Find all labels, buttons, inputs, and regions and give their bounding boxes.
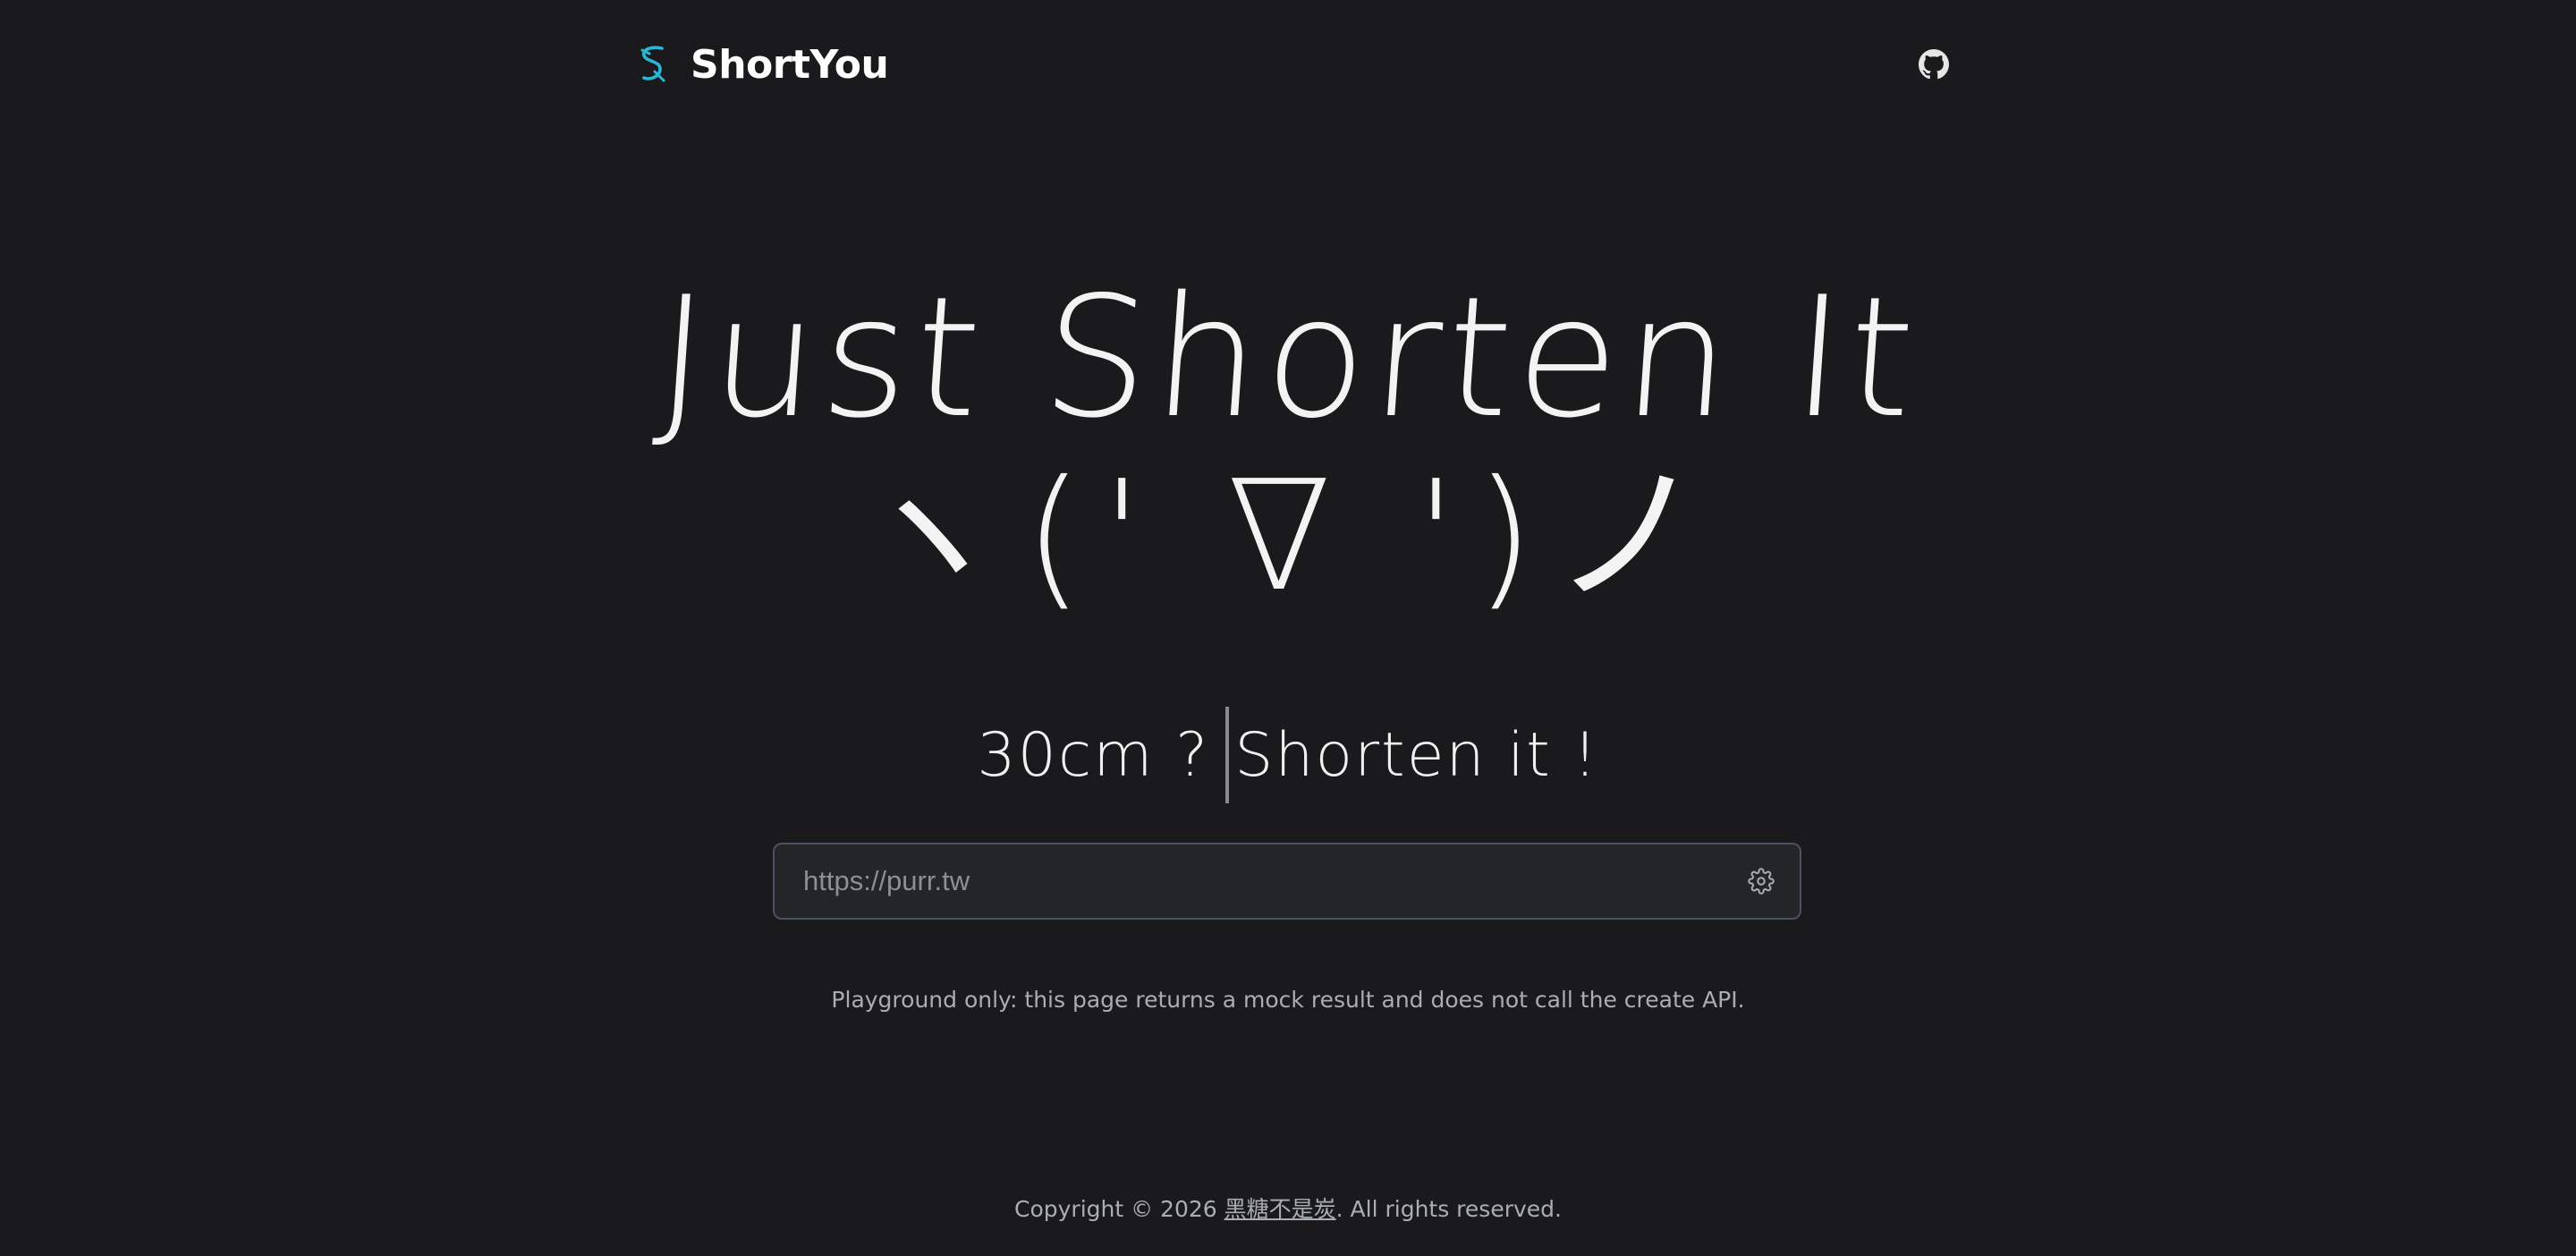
page-footer: Copyright © 2026 黑糖不是炭. All rights reser…: [0, 1192, 2576, 1224]
top-header: ShortYou: [637, 36, 1952, 93]
brand-home-link[interactable]: ShortYou: [637, 41, 889, 88]
brand-name: ShortYou: [691, 41, 889, 88]
footer-copyright-prefix: Copyright © 2026: [1014, 1196, 1224, 1222]
tagline-suffix: Shorten it !: [1234, 719, 1599, 791]
settings-button[interactable]: [1723, 844, 1800, 918]
gear-icon: [1748, 868, 1775, 895]
url-input-container: [773, 843, 1801, 920]
typing-tagline: 30cm ? Shorten it !: [0, 707, 2576, 803]
page: ShortYou Just Shorten It ヽ(' ∇ ')ノ 30cm …: [0, 0, 2576, 1256]
github-icon: [1919, 49, 1949, 80]
footer-author-link[interactable]: 黑糖不是炭: [1224, 1196, 1336, 1222]
github-link[interactable]: [1916, 47, 1952, 82]
tagline-prefix: 30cm ?: [977, 719, 1210, 791]
url-input[interactable]: [775, 844, 1723, 918]
hero-section: Just Shorten It ヽ(' ∇ ')ノ: [0, 260, 2576, 626]
typing-cursor: [1225, 707, 1230, 803]
footer-copyright-suffix: . All rights reserved.: [1335, 1196, 1562, 1222]
hero-title: Just Shorten It: [650, 260, 1926, 454]
hero-kaomoji: ヽ(' ∇ ')ノ: [853, 448, 1723, 625]
playground-notice: Playground only: this page returns a moc…: [831, 987, 1745, 1013]
shortyou-logo-icon: [640, 46, 665, 82]
